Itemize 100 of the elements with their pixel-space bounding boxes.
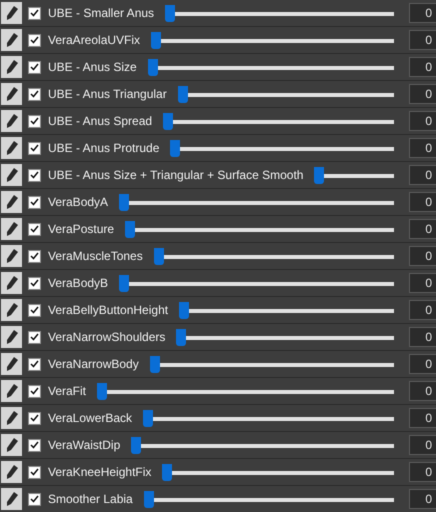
slider[interactable] — [143, 410, 394, 426]
slider-thumb[interactable] — [176, 328, 186, 346]
value-field[interactable]: 0 — [409, 84, 436, 104]
checkbox[interactable] — [28, 222, 41, 236]
checkbox[interactable] — [28, 250, 41, 262]
slider-thumb[interactable] — [148, 58, 158, 76]
value-field[interactable]: 0 — [409, 30, 436, 50]
check-icon — [30, 468, 39, 476]
slider-thumb[interactable] — [150, 356, 160, 372]
checkbox[interactable] — [28, 142, 41, 154]
checkbox[interactable] — [28, 492, 41, 506]
slider[interactable] — [131, 436, 394, 454]
checkbox[interactable] — [28, 196, 41, 208]
value-field[interactable]: 0 — [409, 138, 436, 158]
slider-thumb[interactable] — [131, 436, 142, 454]
checkbox[interactable] — [28, 88, 41, 100]
checkbox[interactable] — [28, 412, 41, 424]
value-field[interactable]: 0 — [409, 462, 436, 482]
value-field[interactable]: 0 — [409, 273, 436, 293]
edit-button[interactable] — [1, 488, 22, 510]
slider[interactable] — [176, 328, 394, 346]
checkbox[interactable] — [28, 60, 41, 74]
slider[interactable] — [144, 490, 394, 508]
checkbox[interactable] — [28, 466, 41, 478]
edit-button[interactable] — [1, 461, 22, 483]
slider-thumb[interactable] — [154, 248, 164, 264]
slider-thumb[interactable] — [97, 382, 108, 400]
slider[interactable] — [179, 302, 394, 318]
slider[interactable] — [119, 274, 394, 292]
edit-button[interactable] — [1, 164, 22, 186]
value-field[interactable]: 0 — [409, 57, 436, 77]
slider-thumb[interactable] — [170, 140, 180, 156]
slider[interactable] — [148, 58, 394, 76]
slider-thumb[interactable] — [179, 302, 190, 318]
value-field[interactable]: 0 — [409, 489, 436, 509]
checkbox[interactable] — [28, 168, 41, 182]
slider[interactable] — [150, 356, 394, 372]
edit-button[interactable] — [1, 380, 22, 402]
edit-button[interactable] — [1, 407, 22, 429]
value-field[interactable]: 0 — [409, 300, 436, 320]
value-field[interactable]: 0 — [409, 327, 436, 347]
value-field[interactable]: 0 — [409, 408, 436, 428]
slider[interactable] — [162, 464, 394, 480]
checkbox[interactable] — [28, 330, 41, 344]
edit-button[interactable] — [1, 137, 22, 159]
slider[interactable] — [154, 248, 394, 264]
value-field[interactable]: 0 — [409, 3, 436, 23]
value-field[interactable]: 0 — [409, 246, 436, 266]
check-icon — [30, 9, 39, 17]
checkbox[interactable] — [28, 276, 41, 290]
slider-label: VeraNarrowBody — [48, 356, 139, 373]
pencil-icon — [6, 60, 18, 74]
slider-thumb[interactable] — [163, 112, 174, 130]
value-field[interactable]: 0 — [409, 219, 436, 239]
edit-button[interactable] — [1, 218, 22, 240]
value-field[interactable]: 0 — [409, 111, 436, 131]
slider[interactable] — [151, 32, 394, 48]
checkbox[interactable] — [28, 384, 41, 398]
slider-thumb[interactable] — [143, 410, 154, 426]
checkbox[interactable] — [28, 438, 41, 452]
edit-button[interactable] — [1, 299, 22, 321]
slider[interactable] — [125, 220, 394, 238]
slider-thumb[interactable] — [151, 32, 162, 48]
slider-thumb[interactable] — [314, 166, 324, 184]
value-field[interactable]: 0 — [409, 435, 436, 455]
slider-thumb[interactable] — [119, 194, 130, 210]
edit-button[interactable] — [1, 434, 22, 456]
edit-button[interactable] — [1, 29, 22, 51]
checkbox[interactable] — [28, 34, 41, 46]
value-field[interactable]: 0 — [409, 165, 436, 185]
slider-thumb[interactable] — [165, 4, 176, 22]
edit-button[interactable] — [1, 191, 22, 213]
value-field[interactable]: 0 — [409, 192, 436, 212]
slider[interactable] — [163, 112, 394, 130]
check-icon — [30, 333, 39, 341]
edit-button[interactable] — [1, 2, 22, 24]
checkbox[interactable] — [28, 304, 41, 316]
edit-button[interactable] — [1, 245, 22, 267]
slider-thumb[interactable] — [178, 86, 188, 102]
edit-button[interactable] — [1, 272, 22, 294]
edit-button[interactable] — [1, 326, 22, 348]
slider[interactable] — [165, 4, 394, 22]
checkbox[interactable] — [28, 6, 41, 20]
edit-button[interactable] — [1, 56, 22, 78]
checkbox[interactable] — [28, 358, 41, 370]
checkbox[interactable] — [28, 114, 41, 128]
edit-button[interactable] — [1, 353, 22, 375]
edit-button[interactable] — [1, 110, 22, 132]
slider-thumb[interactable] — [144, 490, 154, 508]
slider[interactable] — [170, 140, 394, 156]
edit-button[interactable] — [1, 83, 22, 105]
slider-thumb[interactable] — [125, 220, 136, 238]
value-field[interactable]: 0 — [409, 381, 436, 401]
slider[interactable] — [314, 166, 394, 184]
slider-thumb[interactable] — [162, 464, 172, 480]
slider-thumb[interactable] — [119, 274, 130, 292]
value-field[interactable]: 0 — [409, 354, 436, 374]
slider[interactable] — [119, 194, 394, 210]
slider[interactable] — [97, 382, 394, 400]
slider[interactable] — [178, 86, 394, 102]
